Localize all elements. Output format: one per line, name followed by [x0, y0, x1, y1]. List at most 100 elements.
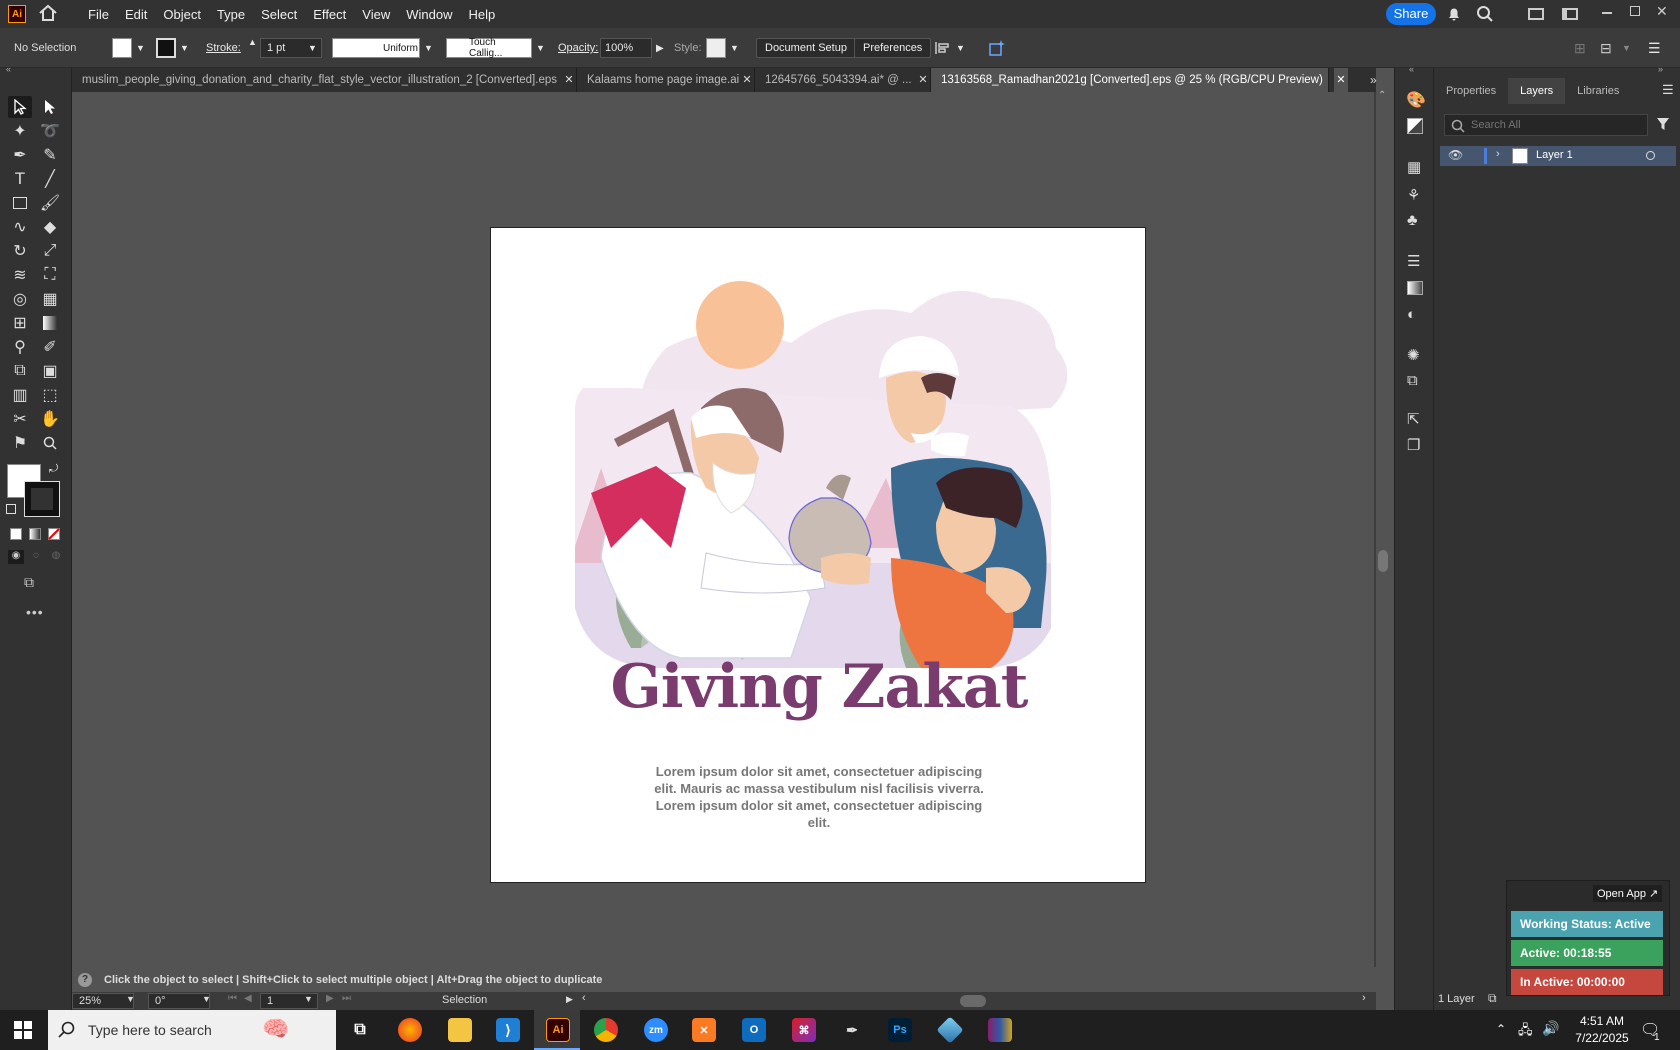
symbol-sprayer-tool-icon[interactable]: ▣ — [38, 360, 62, 382]
artboard-tool-icon[interactable]: ⬚ — [38, 384, 62, 406]
pen-app-icon[interactable]: ✒ — [840, 1018, 864, 1042]
scroll-left-icon[interactable]: ‹ — [582, 992, 586, 1004]
stroke-panel-icon[interactable]: ☰ — [1407, 252, 1420, 270]
rotate-tool-icon[interactable]: ↻ — [8, 240, 32, 262]
stroke-stepper-icon[interactable]: ▲ — [248, 38, 257, 58]
minimize-icon[interactable] — [1602, 12, 1612, 14]
free-transform-tool-icon[interactable]: ⛶ — [38, 264, 62, 286]
document-tab[interactable]: Kalaams home page image.ai — [577, 68, 755, 92]
blend-tool-icon[interactable]: ⧉ — [8, 360, 32, 382]
prev-artboard-icon[interactable]: ◀ — [244, 993, 252, 1004]
color-panel-icon[interactable]: 🎨 — [1406, 90, 1426, 110]
print-tiling-tool-icon[interactable]: ⚑ — [8, 432, 32, 454]
tab-close-icon[interactable]: ✕ — [740, 68, 754, 92]
panel-menu-icon[interactable]: ☰ — [1662, 82, 1674, 98]
rotation-chevron-icon[interactable]: ▼ — [202, 994, 211, 1004]
magic-wand-tool-icon[interactable]: ✦ — [8, 120, 32, 142]
pen-tool-icon[interactable]: ✒ — [8, 144, 32, 166]
gradient-tool-icon[interactable] — [38, 312, 62, 334]
perspective-grid-tool-icon[interactable]: ▦ — [38, 288, 62, 310]
app-logo[interactable]: Ai — [8, 5, 26, 23]
swatches-icon[interactable]: ▦ — [1407, 158, 1421, 176]
preferences-button[interactable]: Preferences — [854, 38, 932, 58]
winrar-icon[interactable] — [988, 1018, 1012, 1042]
warp-tool-icon[interactable]: ≋ — [8, 264, 32, 286]
expand-chevron-icon[interactable]: › — [1496, 148, 1500, 160]
horizontal-scrollbar-thumb[interactable] — [960, 995, 986, 1007]
none-mode-icon[interactable] — [48, 528, 60, 540]
file-explorer-icon[interactable] — [448, 1018, 472, 1042]
menu-file[interactable]: File — [80, 7, 117, 22]
stroke-profile-select[interactable]: Uniform — [332, 38, 420, 58]
share-button[interactable]: Share — [1386, 3, 1436, 25]
draw-inside-icon[interactable]: ◍ — [48, 550, 64, 564]
document-tab[interactable]: muslim_people_giving_donation_and_charit… — [72, 68, 577, 92]
menu-help[interactable]: Help — [460, 7, 503, 22]
stroke-weight-chevron-icon[interactable]: ▼ — [308, 38, 317, 58]
color-guide-icon[interactable] — [1407, 118, 1423, 134]
hand-tool-icon[interactable]: ✋ — [38, 408, 62, 430]
taskbar-search-box[interactable]: Type here to search 🧠 — [48, 1010, 336, 1050]
photoshop-icon[interactable]: Ps — [888, 1018, 912, 1042]
tool-status[interactable]: Selection — [442, 994, 487, 1006]
artwork-title[interactable]: Giving Zakat — [491, 652, 1145, 722]
edit-toolbar-icon[interactable]: ••• — [26, 604, 44, 620]
search-icon[interactable] — [1476, 5, 1494, 26]
zoom-chevron-icon[interactable]: ▼ — [126, 994, 135, 1004]
swap-colors-icon[interactable]: ⤾ — [49, 463, 58, 476]
opacity-arrow-icon[interactable]: ▶ — [656, 38, 664, 58]
rectangle-tool-icon[interactable] — [8, 192, 32, 214]
target-circle-icon[interactable] — [1646, 151, 1655, 160]
tabs-overflow-icon[interactable]: » — [1370, 68, 1377, 92]
export-layers-icon[interactable]: ⧉ — [1488, 991, 1497, 1006]
default-colors-icon[interactable] — [6, 504, 16, 514]
layer-row[interactable]: 👁 › Layer 1 — [1440, 146, 1676, 166]
align-icon[interactable] — [934, 38, 952, 58]
curvature-tool-icon[interactable]: ✎ — [38, 144, 62, 166]
discover-icon[interactable] — [988, 38, 1006, 58]
scroll-up-icon[interactable]: ⌃ — [1378, 90, 1386, 101]
tool-status-arrow-icon[interactable]: ▶ — [566, 994, 573, 1005]
eyedropper-tool-icon[interactable]: ⚲ — [8, 336, 32, 358]
appearance-icon[interactable]: ✺ — [1407, 346, 1420, 364]
menu-more-icon[interactable]: ☰ — [1648, 38, 1661, 58]
align-chevron-icon[interactable]: ▼ — [956, 38, 965, 58]
draw-normal-icon[interactable]: ◉ — [8, 550, 24, 564]
firefox-icon[interactable] — [398, 1018, 422, 1042]
vscode-icon[interactable]: ⟩ — [496, 1018, 520, 1042]
document-tab-active[interactable]: 13163568_Ramadhan2021g [Converted].eps @… — [931, 68, 1329, 92]
selection-tool-icon[interactable] — [8, 96, 32, 118]
bell-icon[interactable] — [1446, 6, 1462, 25]
style-swatch[interactable] — [706, 38, 726, 58]
clock-date[interactable]: 7/22/2025 — [1566, 1031, 1638, 1045]
tab-libraries[interactable]: Libraries — [1565, 78, 1631, 104]
windows-start-icon[interactable] — [14, 1021, 32, 1044]
rotation-field[interactable]: 0° — [148, 993, 210, 1009]
vertical-scrollbar[interactable] — [1374, 92, 1376, 967]
last-artboard-icon[interactable]: ⏭ — [342, 993, 351, 1004]
xampp-icon[interactable]: ✕ — [692, 1018, 716, 1042]
filter-icon[interactable] — [1656, 117, 1670, 136]
menu-object[interactable]: Object — [155, 7, 209, 22]
type-tool-icon[interactable]: T — [8, 168, 32, 190]
gradient-mode-icon[interactable] — [29, 528, 41, 540]
clock-time[interactable]: 4:51 AM — [1572, 1014, 1632, 1028]
arrange-icon[interactable]: ⊞ — [1574, 38, 1586, 58]
tab-close-icon[interactable]: ✕ — [1334, 68, 1348, 92]
stroke-color-swatch[interactable] — [24, 481, 60, 517]
draw-behind-icon[interactable]: ◌ — [28, 550, 44, 564]
transform-chevron-icon[interactable]: ▼ — [1622, 38, 1631, 58]
export-icon[interactable]: ⇱ — [1407, 410, 1420, 428]
strip-expand-icon[interactable]: « — [1409, 64, 1414, 74]
paintbrush-tool-icon[interactable]: 🖌 — [38, 192, 62, 214]
profile-chevron-icon[interactable]: ▼ — [424, 38, 433, 58]
color-mode-icon[interactable] — [10, 528, 22, 540]
scrollbar-thumb[interactable] — [1378, 550, 1388, 572]
scroll-right-icon[interactable]: › — [1362, 992, 1366, 1004]
transparency-icon[interactable]: ◐ — [1407, 306, 1416, 323]
tab-close-icon[interactable]: ✕ — [562, 68, 576, 92]
restore-icon[interactable] — [1630, 6, 1640, 16]
menu-edit[interactable]: Edit — [117, 7, 155, 22]
shape-builder-tool-icon[interactable]: ◎ — [8, 288, 32, 310]
graphic-styles-icon[interactable]: ⧉ — [1407, 372, 1418, 389]
